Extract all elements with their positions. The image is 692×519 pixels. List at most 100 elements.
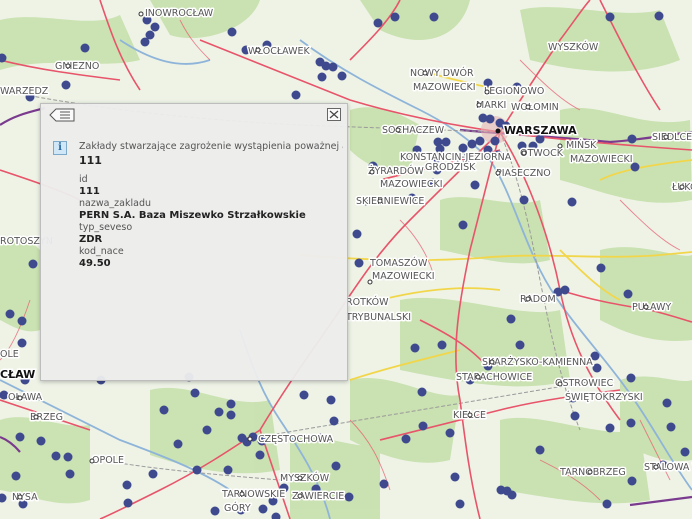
label-piaseczno: PIASECZNO bbox=[496, 168, 551, 179]
label-radom: RADOM bbox=[520, 294, 556, 305]
facility-marker[interactable] bbox=[627, 476, 637, 486]
facility-marker[interactable] bbox=[626, 373, 636, 383]
facility-marker[interactable] bbox=[605, 423, 615, 433]
facility-marker[interactable] bbox=[623, 289, 633, 299]
facility-marker[interactable] bbox=[331, 461, 341, 471]
facility-marker[interactable] bbox=[602, 499, 612, 509]
facility-marker[interactable] bbox=[173, 439, 183, 449]
label-inowroclaw: INOWROCŁAW bbox=[145, 8, 214, 19]
facility-marker[interactable] bbox=[515, 340, 525, 350]
facility-marker[interactable] bbox=[410, 343, 420, 353]
facility-marker[interactable] bbox=[437, 340, 447, 350]
facility-marker[interactable] bbox=[140, 37, 150, 47]
facility-marker[interactable] bbox=[123, 498, 133, 508]
field-name: id bbox=[79, 174, 88, 185]
label-trybunalski: TRYBUNALSKI bbox=[345, 312, 411, 323]
facility-marker[interactable] bbox=[0, 493, 7, 503]
facility-marker[interactable] bbox=[467, 139, 477, 149]
facility-marker[interactable] bbox=[592, 363, 602, 373]
facility-marker[interactable] bbox=[354, 258, 364, 268]
facility-marker[interactable] bbox=[626, 418, 636, 428]
label-minsk: MIŃSK bbox=[566, 139, 597, 151]
facility-marker[interactable] bbox=[445, 428, 455, 438]
facility-marker[interactable] bbox=[271, 512, 281, 519]
facility-marker[interactable] bbox=[122, 480, 132, 490]
facility-marker[interactable] bbox=[159, 405, 169, 415]
close-button[interactable] bbox=[327, 108, 341, 121]
facility-marker[interactable] bbox=[605, 12, 615, 22]
label-warzedz: WARZEDZ bbox=[0, 86, 49, 97]
facility-marker[interactable] bbox=[210, 506, 220, 516]
facility-marker[interactable] bbox=[475, 136, 485, 146]
popup-titlebar bbox=[41, 104, 347, 126]
facility-marker[interactable] bbox=[441, 137, 451, 147]
facility-marker[interactable] bbox=[567, 197, 577, 207]
facility-marker[interactable] bbox=[317, 72, 327, 82]
facility-marker[interactable] bbox=[17, 316, 27, 326]
facility-marker[interactable] bbox=[61, 80, 71, 90]
facility-marker[interactable] bbox=[5, 309, 15, 319]
facility-marker[interactable] bbox=[337, 71, 347, 81]
facility-marker[interactable] bbox=[666, 422, 676, 432]
facility-marker[interactable] bbox=[390, 12, 400, 22]
facility-marker[interactable] bbox=[150, 22, 160, 32]
facility-marker[interactable] bbox=[418, 421, 428, 431]
facility-marker[interactable] bbox=[28, 259, 38, 269]
facility-marker[interactable] bbox=[328, 62, 338, 72]
facility-marker[interactable] bbox=[627, 134, 637, 144]
list-menu-icon[interactable] bbox=[49, 108, 75, 122]
facility-marker[interactable] bbox=[680, 447, 690, 457]
facility-marker[interactable] bbox=[63, 452, 73, 462]
label-myszkow: MYSZKÓW bbox=[280, 472, 330, 484]
label-mazowiecki-4: MAZOWIECKI bbox=[372, 271, 435, 282]
facility-marker[interactable] bbox=[255, 450, 265, 460]
facility-marker[interactable] bbox=[11, 471, 21, 481]
facility-marker[interactable] bbox=[417, 387, 427, 397]
facility-marker[interactable] bbox=[401, 434, 411, 444]
facility-marker[interactable] bbox=[570, 411, 580, 421]
facility-marker[interactable] bbox=[258, 504, 268, 514]
facility-marker[interactable] bbox=[36, 436, 46, 446]
facility-marker[interactable] bbox=[507, 490, 517, 500]
facility-marker[interactable] bbox=[662, 398, 672, 408]
facility-marker[interactable] bbox=[15, 432, 25, 442]
facility-marker[interactable] bbox=[148, 469, 158, 479]
facility-marker[interactable] bbox=[80, 43, 90, 53]
facility-marker[interactable] bbox=[379, 479, 389, 489]
facility-marker[interactable] bbox=[450, 472, 460, 482]
facility-marker[interactable] bbox=[458, 220, 468, 230]
facility-marker[interactable] bbox=[291, 90, 301, 100]
facility-marker[interactable] bbox=[227, 27, 237, 37]
facility-marker[interactable] bbox=[535, 445, 545, 455]
facility-marker[interactable] bbox=[506, 314, 516, 324]
label-pulawy: PUŁAWY bbox=[632, 302, 671, 313]
facility-marker[interactable] bbox=[326, 395, 336, 405]
facility-marker[interactable] bbox=[223, 465, 233, 475]
facility-marker[interactable] bbox=[299, 390, 309, 400]
field-name: nazwa_zakladu bbox=[79, 198, 151, 209]
facility-marker[interactable] bbox=[485, 114, 495, 124]
label-czestochowa: CZĘSTOCHOWA bbox=[258, 434, 334, 445]
facility-marker[interactable] bbox=[214, 407, 224, 417]
facility-marker[interactable] bbox=[344, 492, 354, 502]
facility-marker[interactable] bbox=[226, 399, 236, 409]
facility-marker[interactable] bbox=[373, 18, 383, 28]
facility-marker[interactable] bbox=[470, 180, 480, 190]
facility-marker[interactable] bbox=[654, 11, 664, 21]
facility-marker[interactable] bbox=[329, 416, 339, 426]
facility-marker[interactable] bbox=[65, 469, 75, 479]
facility-marker[interactable] bbox=[17, 338, 27, 348]
facility-marker[interactable] bbox=[202, 425, 212, 435]
field-value: 111 bbox=[79, 186, 100, 197]
facility-marker[interactable] bbox=[429, 12, 439, 22]
facility-marker[interactable] bbox=[352, 229, 362, 239]
facility-marker[interactable] bbox=[519, 195, 529, 205]
facility-marker[interactable] bbox=[455, 499, 465, 509]
facility-marker[interactable] bbox=[51, 451, 61, 461]
facility-marker[interactable] bbox=[190, 388, 200, 398]
facility-marker[interactable] bbox=[192, 465, 202, 475]
facility-marker[interactable] bbox=[596, 263, 606, 273]
facility-marker[interactable] bbox=[226, 410, 236, 420]
facility-marker[interactable] bbox=[490, 136, 500, 146]
label-olawa: OŁAWA bbox=[8, 392, 43, 403]
